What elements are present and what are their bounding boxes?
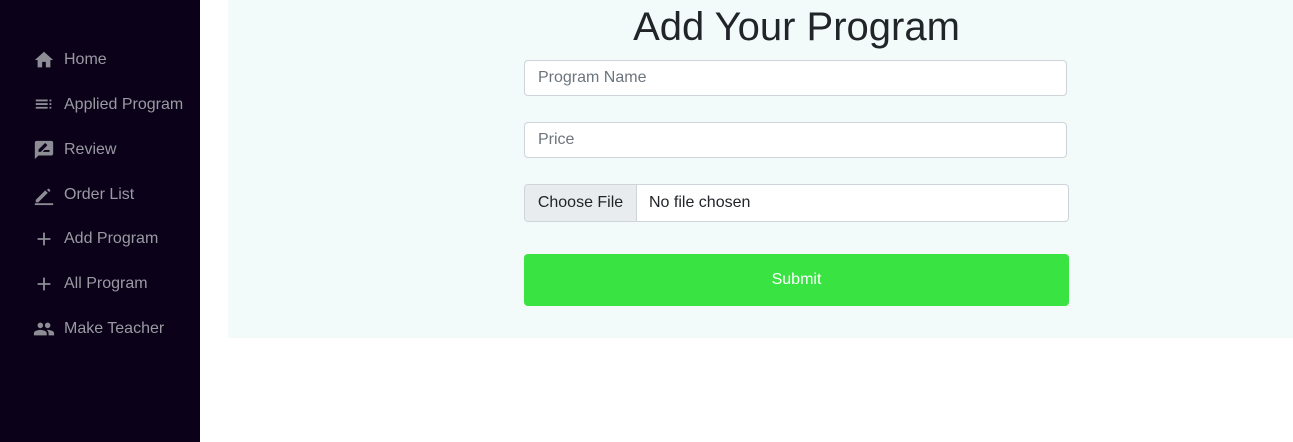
sidebar-item-order-list[interactable]: Order List — [32, 183, 134, 207]
sidebar-item-label: Home — [64, 51, 107, 68]
list-icon — [32, 93, 56, 117]
sidebar-item-add-program[interactable]: Add Program — [32, 227, 158, 251]
rate-review-icon — [32, 138, 56, 162]
price-input[interactable] — [524, 122, 1067, 158]
sidebar-item-all-program[interactable]: All Program — [32, 272, 148, 296]
sidebar-item-label: Review — [64, 141, 117, 158]
sidebar-item-label: Order List — [64, 186, 135, 203]
submit-button[interactable]: Submit — [524, 254, 1069, 306]
choose-file-button[interactable]: Choose File — [525, 185, 637, 221]
program-name-input[interactable] — [524, 60, 1067, 96]
sidebar-item-applied-program[interactable]: Applied Program — [32, 93, 183, 117]
sidebar-item-home[interactable]: Home — [32, 48, 107, 72]
file-status: No file chosen — [649, 194, 751, 211]
page-title: Add Your Program — [633, 5, 960, 49]
people-icon — [32, 317, 56, 341]
sidebar-item-label: Applied Program — [64, 96, 184, 113]
sidebar-item-review[interactable]: Review — [32, 138, 116, 162]
plus-icon — [32, 272, 56, 296]
add-program-panel: Add Your Program Choose File No file cho… — [228, 0, 1293, 338]
plus-icon — [32, 227, 56, 251]
sidebar-item-label: Add Program — [64, 230, 159, 247]
sidebar-item-make-teacher[interactable]: Make Teacher — [32, 317, 164, 341]
sidebar: Home Applied Program Review Order List A… — [0, 0, 200, 442]
sidebar-item-label: All Program — [64, 275, 148, 292]
home-icon — [32, 48, 56, 72]
file-input[interactable]: Choose File No file chosen — [524, 184, 1069, 222]
edit-icon — [32, 183, 56, 207]
sidebar-item-label: Make Teacher — [64, 320, 165, 337]
